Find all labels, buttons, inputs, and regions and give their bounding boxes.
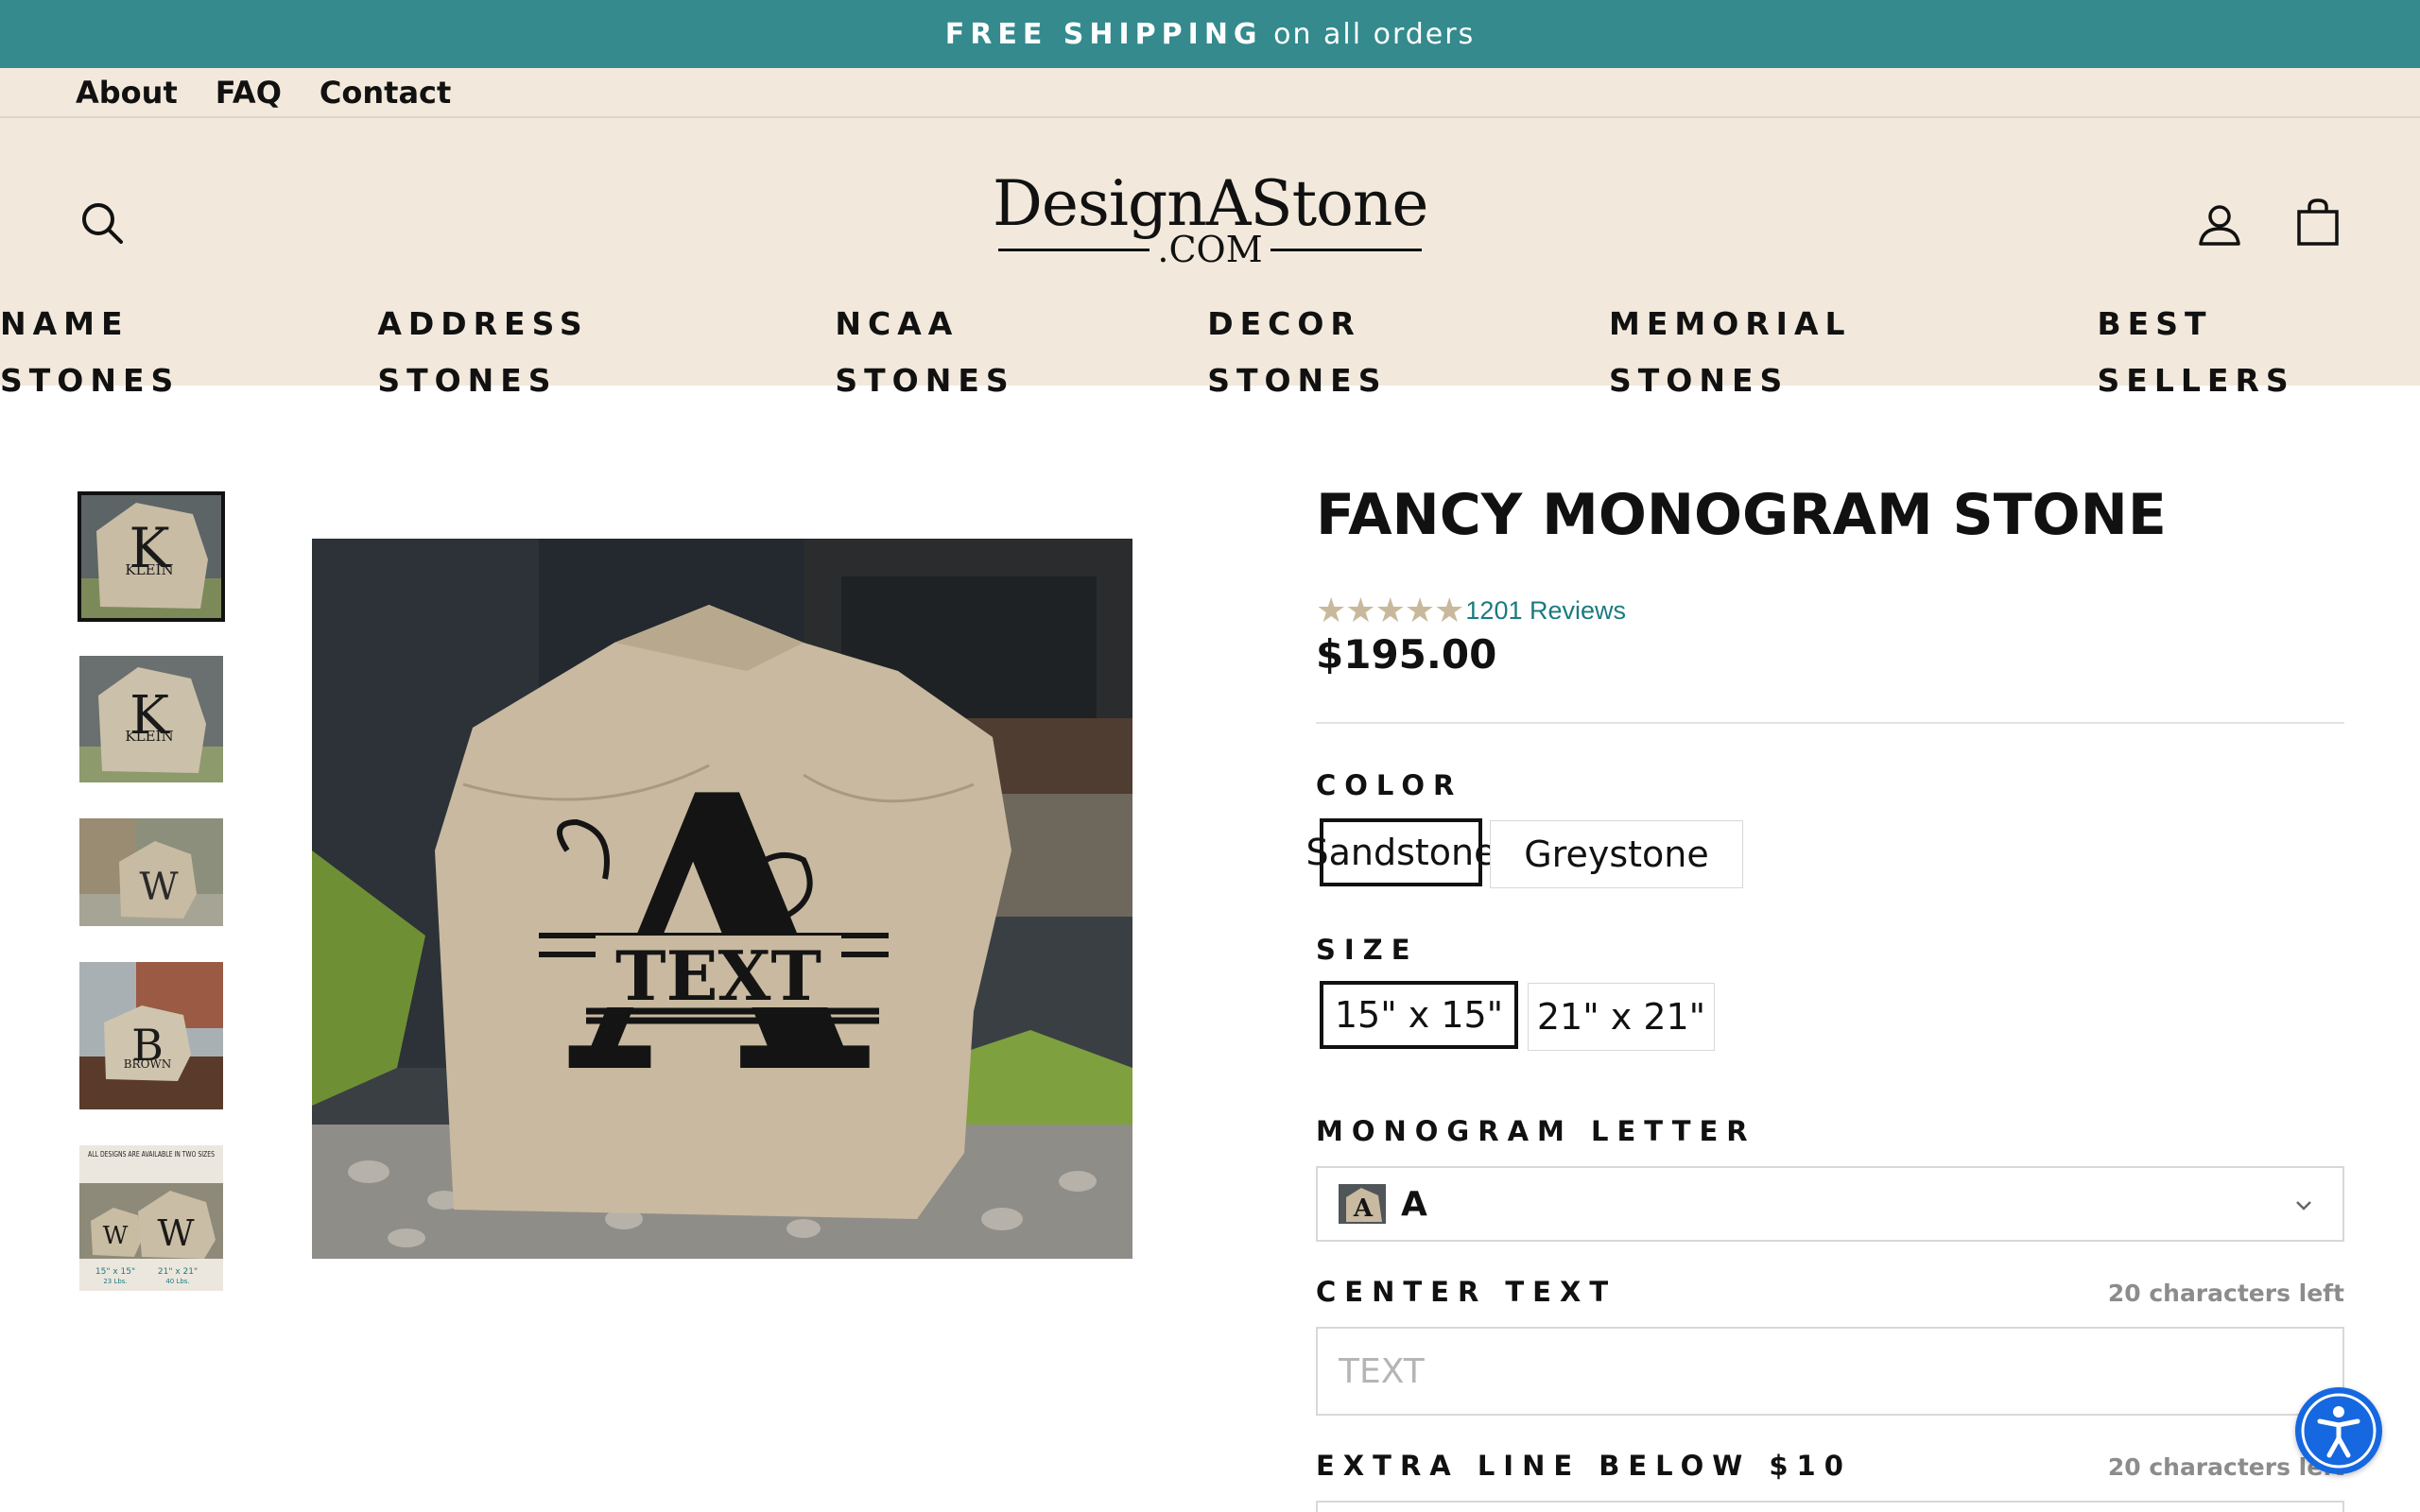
product-main-image[interactable]: A TEXT bbox=[312, 539, 1132, 1259]
size-option-21[interactable]: 21" x 21" bbox=[1528, 983, 1715, 1051]
logo-sub: .COM bbox=[1157, 229, 1263, 270]
color-option-greystone[interactable]: Greystone bbox=[1490, 820, 1743, 888]
size-label: SIZE bbox=[1316, 934, 1419, 966]
nav-address-stones[interactable]: ADDRESS STONES bbox=[377, 296, 776, 399]
star-icon: ★ bbox=[1316, 591, 1347, 629]
product-title: FANCY MONOGRAM STONE bbox=[1316, 482, 2167, 548]
thumb5-weight1: 23 Lbs. bbox=[103, 1278, 127, 1285]
nav-ncaa-stones[interactable]: NCAA STONES bbox=[835, 296, 1149, 399]
center-text-chars-left: 20 characters left bbox=[2107, 1280, 2344, 1307]
star-icon: ★ bbox=[1404, 591, 1436, 629]
monogram-preview-thumb: A bbox=[1339, 1184, 1386, 1224]
thumb5-heading: ALL DESIGNS ARE AVAILABLE IN TWO SIZES bbox=[88, 1150, 215, 1159]
thumb5-size1: 15" x 15" bbox=[95, 1267, 135, 1277]
user-icon[interactable] bbox=[2193, 198, 2246, 251]
reviews-link[interactable]: 1201 Reviews bbox=[1465, 596, 1626, 626]
logo-wordmark: DesignAStone bbox=[993, 167, 1428, 240]
monogram-select-value: A bbox=[1401, 1184, 1427, 1224]
utility-nav: About FAQ Contact bbox=[0, 68, 2420, 118]
main-nav: NAME STONES ADDRESS STONES NCAA STONES D… bbox=[0, 296, 2420, 399]
search-icon[interactable] bbox=[78, 198, 127, 248]
thumbnail-1[interactable]: K KLEIN bbox=[78, 491, 225, 622]
thumbnail-2[interactable]: K KLEIN bbox=[79, 656, 223, 782]
thumb3-letter: W bbox=[139, 866, 178, 909]
star-icon: ★ bbox=[1434, 591, 1465, 629]
nav-name-stones[interactable]: NAME STONES bbox=[0, 296, 319, 399]
nav-memorial-stones[interactable]: MEMORIAL STONES bbox=[1609, 296, 2039, 399]
thumb5-size2: 21" x 21" bbox=[158, 1267, 198, 1277]
color-label: COLOR bbox=[1316, 769, 1463, 801]
monogram-select[interactable]: A A bbox=[1316, 1166, 2344, 1242]
svg-text:W: W bbox=[157, 1212, 194, 1254]
product-rating: ★ ★ ★ ★ ★ 1201 Reviews bbox=[1316, 593, 1626, 627]
thumb1-name: KLEIN bbox=[125, 561, 173, 578]
stone-center-text: TEXT bbox=[615, 936, 821, 1016]
nav-decor-stones[interactable]: DECOR STONES bbox=[1207, 296, 1550, 399]
star-icon: ★ bbox=[1345, 591, 1376, 629]
center-text-label: CENTER TEXT bbox=[1316, 1276, 1617, 1308]
accessibility-icon[interactable] bbox=[2295, 1387, 2382, 1474]
thumb4-name: BROWN bbox=[124, 1057, 172, 1071]
thumb2-name: KLEIN bbox=[125, 728, 173, 745]
star-icon: ★ bbox=[1374, 591, 1406, 629]
nav-contact-link[interactable]: Contact bbox=[320, 75, 451, 111]
extra-line-label: EXTRA LINE BELOW $10 bbox=[1316, 1450, 1852, 1482]
announcement-bold: FREE SHIPPING bbox=[944, 17, 1263, 51]
thumbnail-5[interactable]: ALL DESIGNS ARE AVAILABLE IN TWO SIZES W… bbox=[79, 1145, 223, 1291]
nav-faq-link[interactable]: FAQ bbox=[216, 75, 282, 111]
monogram-label: MONOGRAM LETTER bbox=[1316, 1115, 1756, 1147]
announcement-bar: FREE SHIPPING on all orders bbox=[0, 0, 2420, 68]
product-price: $195.00 bbox=[1316, 631, 1497, 678]
thumbnail-3[interactable]: W bbox=[79, 818, 223, 926]
star-rating: ★ ★ ★ ★ ★ bbox=[1316, 591, 1465, 629]
logo-rule-right bbox=[1270, 248, 1422, 251]
divider bbox=[1316, 722, 2344, 724]
nav-best-sellers[interactable]: BEST SELLERS bbox=[2098, 296, 2420, 399]
thumbnail-4[interactable]: B BROWN bbox=[79, 962, 223, 1109]
thumb5-weight2: 40 Lbs. bbox=[165, 1278, 189, 1285]
logo-rule-left bbox=[998, 248, 1150, 251]
announcement-text: on all orders bbox=[1262, 17, 1476, 51]
extra-line-input[interactable] bbox=[1316, 1501, 2344, 1512]
site-header: DesignAStone .COM NAME STONES ADDRESS ST… bbox=[0, 118, 2420, 399]
chevron-down-icon bbox=[2296, 1201, 2311, 1211]
nav-about-link[interactable]: About bbox=[76, 75, 178, 111]
color-option-sandstone[interactable]: Sandstone bbox=[1305, 818, 1496, 886]
site-logo[interactable]: DesignAStone .COM bbox=[993, 167, 1428, 277]
size-option-15[interactable]: 15" x 15" bbox=[1320, 981, 1518, 1049]
svg-text:W: W bbox=[103, 1222, 129, 1250]
center-text-input[interactable] bbox=[1316, 1327, 2344, 1416]
svg-text:A: A bbox=[1353, 1194, 1374, 1223]
shopping-bag-icon[interactable] bbox=[2291, 197, 2344, 249]
